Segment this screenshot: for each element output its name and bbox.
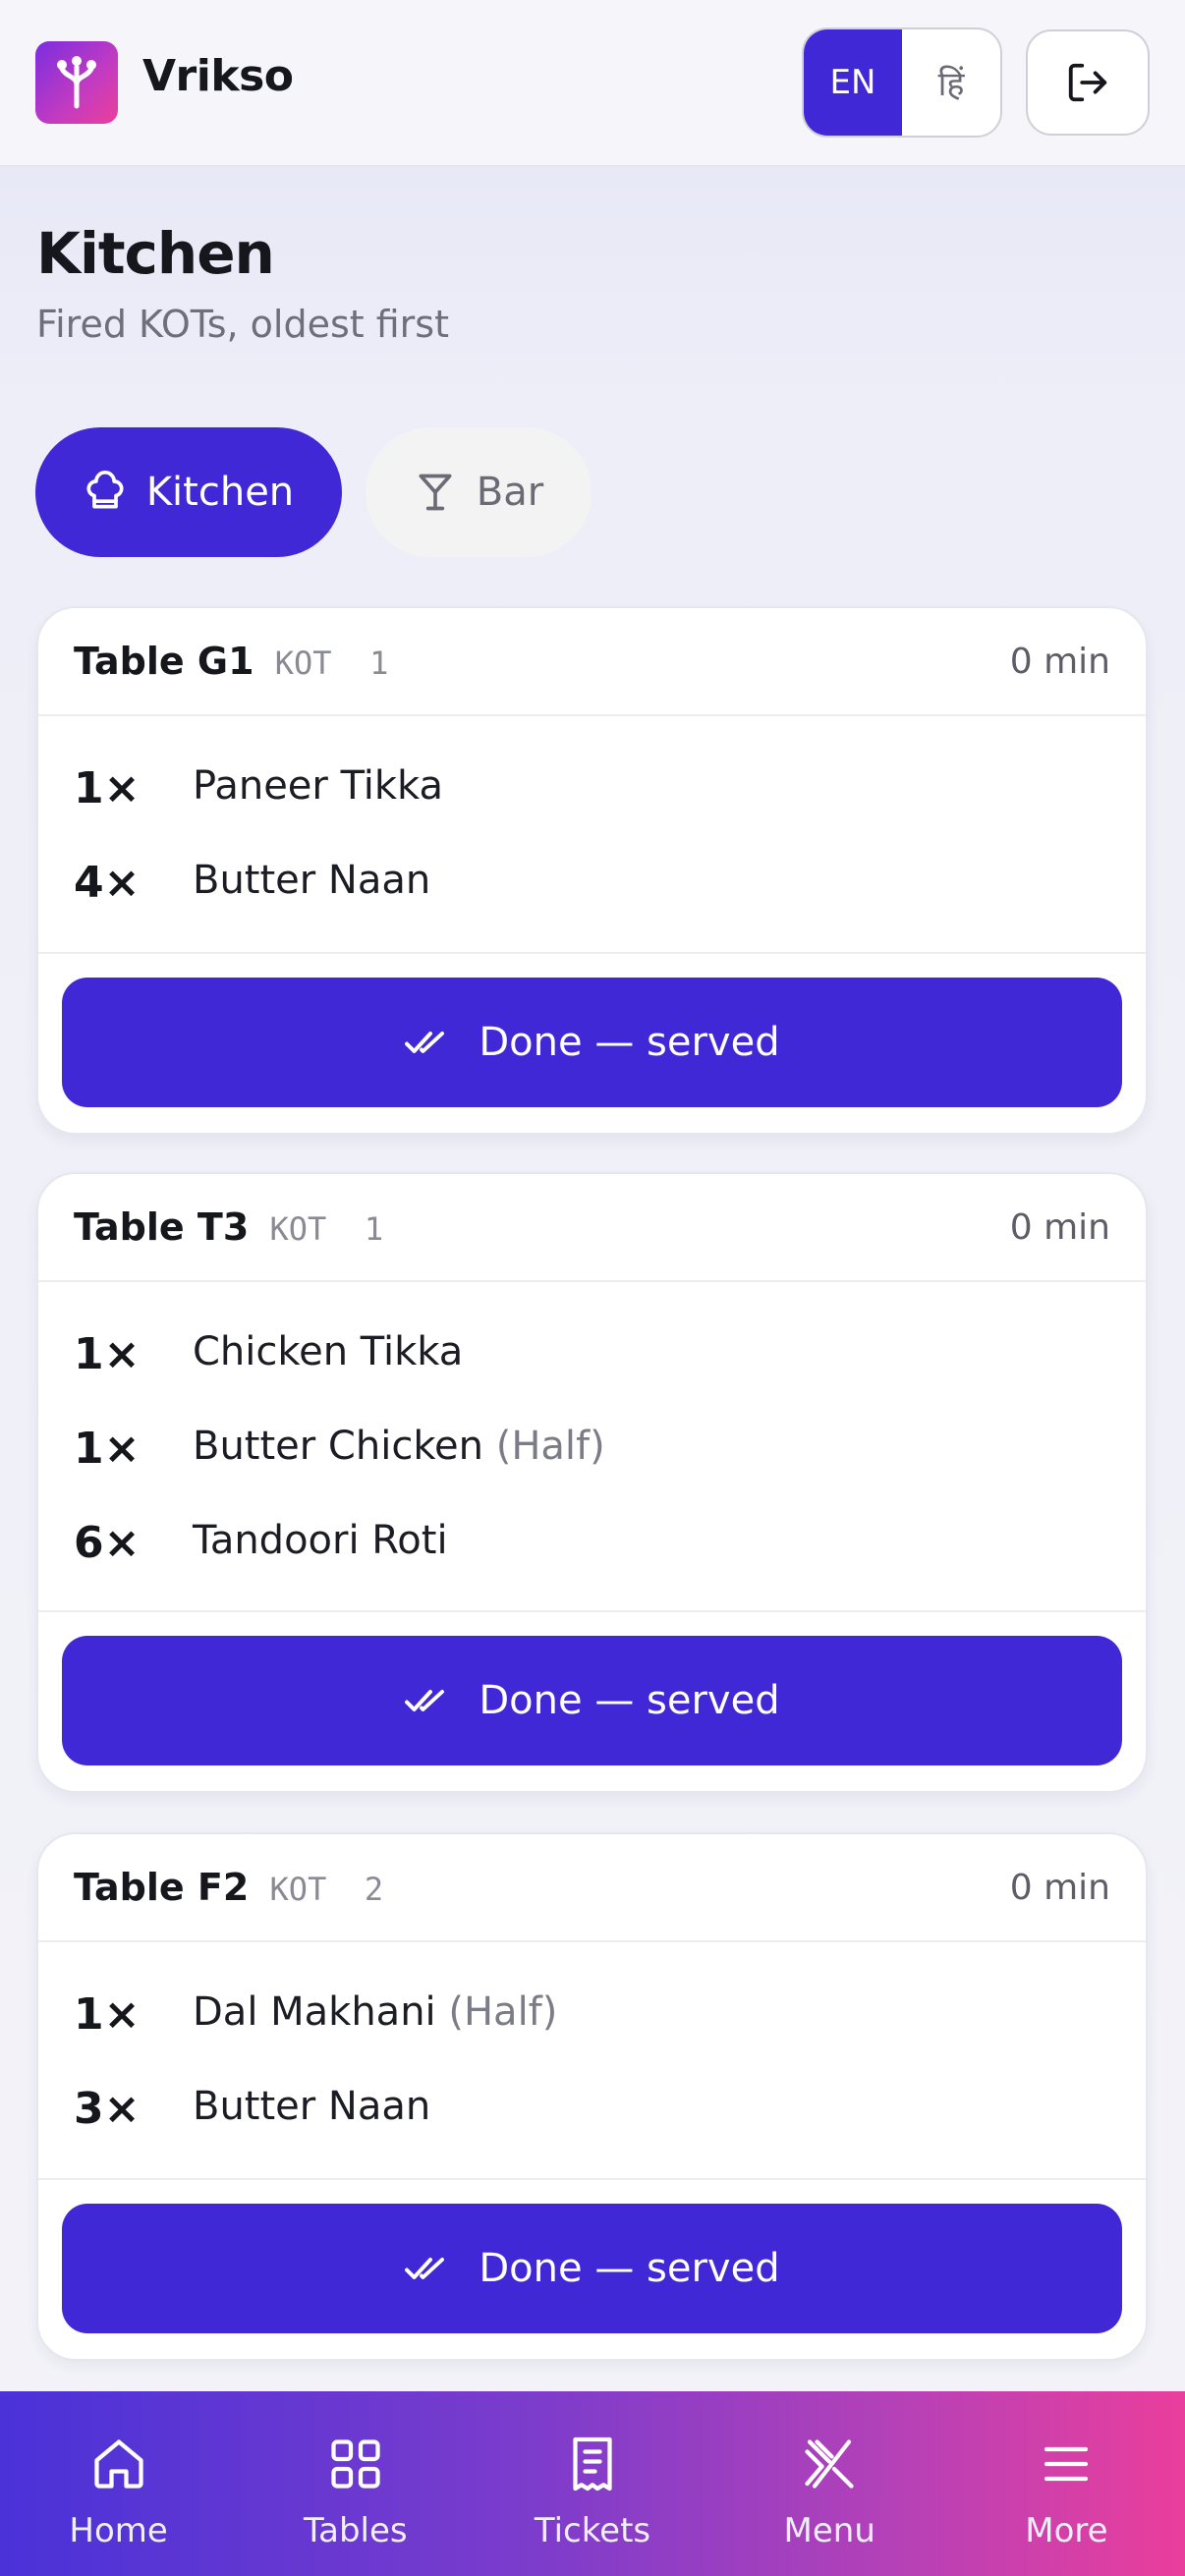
kot-label: KOT 1 — [269, 1210, 384, 1248]
nav-tables[interactable]: Tables — [237, 2391, 474, 2576]
receipt-icon — [573, 2436, 612, 2492]
item-qty: 1× — [74, 1989, 141, 2040]
kot-item: 1× Chicken Tikka — [38, 1304, 1146, 1398]
nav-more[interactable]: More — [948, 2391, 1185, 2576]
elapsed-time: 0 min — [1009, 1207, 1110, 1248]
tab-kitchen[interactable]: Kitchen — [35, 427, 342, 557]
double-check-icon — [405, 2258, 445, 2279]
logout-button[interactable] — [1026, 29, 1150, 136]
elapsed-time: 0 min — [1009, 642, 1110, 682]
logout-icon — [1068, 63, 1107, 102]
kot-item: 3× Butter Naan — [38, 2058, 1146, 2153]
item-name: Butter Naan — [193, 2084, 431, 2129]
kot-card: Table T3 KOT 1 0 min 1× Chicken Tikka 1×… — [36, 1172, 1148, 1793]
double-check-icon — [405, 1690, 445, 1711]
done-served-button[interactable]: Done — served — [62, 978, 1122, 1107]
lang-hi-button[interactable]: हिं — [902, 29, 1000, 136]
item-qty: 3× — [74, 2084, 141, 2134]
done-served-button[interactable]: Done — served — [62, 2204, 1122, 2333]
nav-tickets-label: Tickets — [534, 2511, 651, 2550]
done-served-label: Done — served — [479, 2246, 780, 2291]
done-served-label: Done — served — [479, 1678, 780, 1723]
done-served-label: Done — served — [479, 1020, 780, 1065]
table-name: Table G1 — [74, 640, 254, 683]
item-portion: (Half) — [495, 1424, 605, 1469]
kot-card-header: Table F2 KOT 2 0 min — [38, 1834, 1146, 1942]
tab-bar[interactable]: Bar — [366, 427, 592, 557]
elapsed-time: 0 min — [1009, 1868, 1110, 1908]
kot-item: 1× Dal Makhani (Half) — [38, 1964, 1146, 2058]
nav-menu-label: Menu — [783, 2511, 875, 2550]
page-subtitle: Fired KOTs, oldest first — [36, 303, 449, 346]
kot-card: Table F2 KOT 2 0 min 1× Dal Makhani (Hal… — [36, 1832, 1148, 2361]
nav-tables-label: Tables — [303, 2511, 408, 2550]
menu-icon — [1044, 2446, 1089, 2482]
nav-tickets[interactable]: Tickets — [474, 2391, 710, 2576]
item-qty: 1× — [74, 1424, 141, 1474]
kot-label: KOT 2 — [269, 1871, 384, 1908]
table-name: Table T3 — [74, 1205, 250, 1249]
nav-home[interactable]: Home — [0, 2391, 237, 2576]
item-name: Tandoori Roti — [193, 1518, 448, 1563]
item-qty: 1× — [74, 763, 141, 813]
done-served-button[interactable]: Done — served — [62, 1636, 1122, 1765]
brand-name: Vrikso — [142, 51, 294, 101]
utensils-icon — [805, 2439, 854, 2489]
nav-home-label: Home — [69, 2511, 168, 2550]
cocktail-glass-icon — [419, 474, 452, 511]
nav-more-label: More — [1025, 2511, 1108, 2550]
kot-item: 4× Butter Naan — [38, 832, 1146, 926]
chef-hat-icon — [86, 471, 124, 509]
item-qty: 1× — [74, 1329, 141, 1379]
kot-card-header: Table T3 KOT 1 0 min — [38, 1174, 1146, 1282]
item-name: Butter Chicken — [193, 1424, 484, 1469]
app-header: Vrikso EN हिं — [0, 0, 1185, 167]
kot-item: 6× Tandoori Roti — [38, 1492, 1146, 1587]
item-name: Dal Makhani — [193, 1989, 436, 2035]
item-qty: 6× — [74, 1518, 141, 1568]
double-check-icon — [405, 1032, 445, 1053]
item-portion: (Half) — [448, 1989, 558, 2035]
language-toggle: EN हिं — [802, 28, 1002, 138]
nav-menu[interactable]: Menu — [711, 2391, 948, 2576]
grid-icon — [331, 2439, 380, 2489]
table-name: Table F2 — [74, 1866, 250, 1909]
tree-logo-icon — [35, 41, 118, 124]
kot-card-header: Table G1 KOT 1 0 min — [38, 608, 1146, 716]
kot-item: 1× Butter Chicken (Half) — [38, 1398, 1146, 1492]
bottom-nav: Home Tables Tickets Menu More — [0, 2391, 1185, 2576]
kot-label: KOT 1 — [274, 644, 389, 682]
item-qty: 4× — [74, 858, 141, 908]
kot-item: 1× Paneer Tikka — [38, 738, 1146, 832]
item-name: Butter Naan — [193, 858, 431, 903]
item-name: Paneer Tikka — [193, 763, 444, 809]
page-title: Kitchen — [36, 220, 275, 287]
tab-kitchen-label: Kitchen — [145, 470, 295, 515]
home-icon — [93, 2439, 143, 2489]
tab-bar-label: Bar — [476, 470, 544, 515]
item-name: Chicken Tikka — [193, 1329, 464, 1374]
kot-card: Table G1 KOT 1 0 min 1× Paneer Tikka 4× … — [36, 606, 1148, 1135]
lang-en-button[interactable]: EN — [804, 29, 902, 136]
